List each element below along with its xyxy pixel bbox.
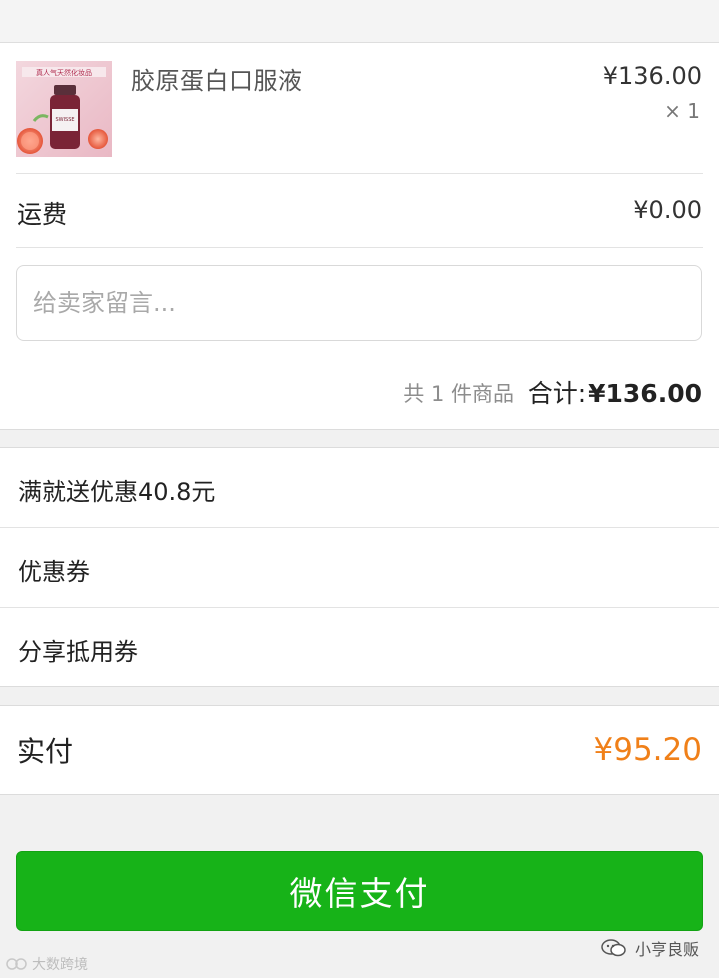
product-quantity: × 1 [664, 99, 700, 123]
product-price: ¥136.00 [602, 62, 702, 90]
divider [16, 247, 703, 248]
seller-message-input[interactable] [16, 265, 702, 341]
watermark-left: 大数跨境 [6, 954, 88, 974]
total-value: ¥136.00 [588, 379, 702, 408]
promo-label: 优惠券 [18, 558, 90, 586]
paid-value: ¥95.20 [593, 732, 702, 768]
item-count: 共 1 件商品 [403, 382, 514, 406]
order-card: 真人气天然化妆品 SWISSE 胶原蛋白口服液 ¥136.00 × 1 运费 ¥… [0, 43, 719, 430]
divider [16, 173, 703, 174]
promo-row-full-gift[interactable]: 满就送优惠40.8元 [0, 448, 719, 528]
promo-row-share-coupon[interactable]: 分享抵用券 [0, 608, 719, 688]
paid-label: 实付 [17, 735, 74, 768]
paid-amount-row: 实付 ¥95.20 [0, 705, 719, 795]
product-image[interactable]: 真人气天然化妆品 SWISSE [16, 61, 112, 157]
watermark-right-text: 小亨良贩 [634, 940, 699, 959]
total-label: 合计: [527, 379, 587, 408]
watermark-right: 小亨良贩 [601, 936, 699, 960]
product-photo: 真人气天然化妆品 SWISSE [16, 61, 112, 157]
shipping-label: 运费 [17, 200, 68, 229]
product-name[interactable]: 胶原蛋白口服液 [131, 61, 303, 96]
promo-label: 分享抵用券 [18, 638, 138, 666]
promotion-list: 满就送优惠40.8元 优惠券 分享抵用券 [0, 447, 719, 687]
watermark-left-text: 大数跨境 [32, 957, 88, 973]
wechat-pay-button[interactable]: 微信支付 [16, 851, 703, 931]
top-strip [0, 0, 719, 43]
promo-row-coupon[interactable]: 优惠券 [0, 528, 719, 608]
order-total: 合计:¥136.00 [528, 374, 702, 410]
product-image-caption: 真人气天然化妆品 [36, 68, 92, 77]
shipping-value: ¥0.00 [633, 196, 702, 224]
product-image-badge: SWISSE [55, 117, 74, 123]
promo-label: 满就送优惠40.8元 [18, 478, 216, 506]
watermark-logo-icon [6, 958, 27, 970]
wechat-icon [601, 939, 626, 957]
